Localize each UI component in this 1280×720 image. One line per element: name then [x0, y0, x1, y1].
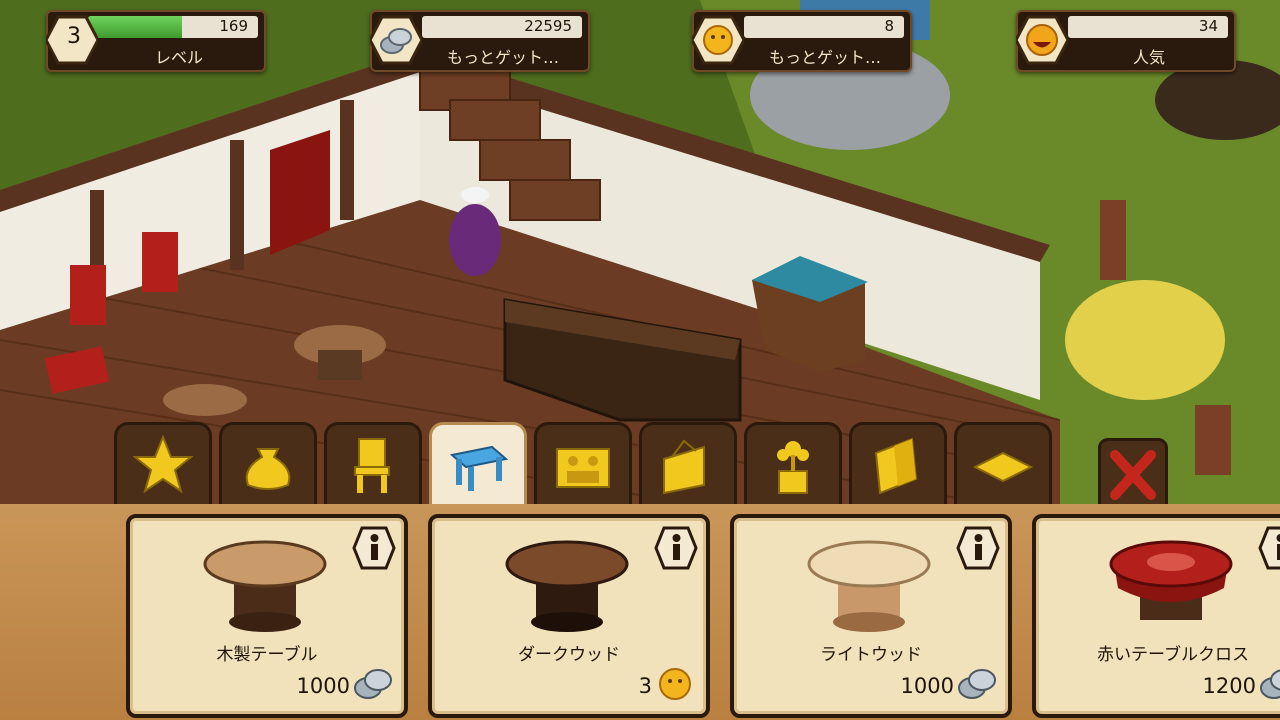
popularity-label: 人気 — [1132, 48, 1165, 67]
gold-amount: 8 — [884, 17, 894, 35]
light-wood-table-image — [807, 540, 931, 632]
item-card-dark-wood[interactable]: ダークウッド 3 — [428, 514, 710, 718]
item-name: ダークウッド — [518, 645, 620, 665]
tab-tables[interactable] — [429, 422, 527, 507]
tab-featured[interactable] — [114, 422, 212, 507]
info-icon[interactable] — [956, 526, 1000, 570]
tab-flooring[interactable] — [954, 422, 1052, 507]
item-panel: 木製テーブル 1000 ダークウッド 3 ライトウッド 1000 赤いテーブルク… — [0, 504, 1280, 720]
chair-icon — [354, 438, 390, 493]
item-card-light-wood[interactable]: ライトウッド 1000 — [730, 514, 1012, 718]
wallpaper-icon — [874, 437, 918, 495]
gold-get-more-label[interactable]: もっとゲット… — [750, 44, 900, 68]
star-icon — [133, 435, 193, 494]
stove-icon — [556, 448, 610, 488]
tab-plants[interactable] — [744, 422, 842, 507]
xp-bar-fill — [88, 16, 182, 38]
smiley-face-icon — [1016, 15, 1068, 65]
item-price: 1000 — [296, 674, 350, 698]
plant-icon — [777, 441, 809, 494]
item-price: 1200 — [1202, 674, 1256, 698]
item-name: 木製テーブル — [216, 645, 318, 665]
money-bag-icon — [245, 448, 291, 490]
close-x-icon — [1110, 450, 1156, 500]
gold-coin-icon — [659, 668, 691, 700]
info-icon[interactable] — [1258, 526, 1280, 570]
gold-coin-icon — [692, 15, 744, 65]
red-tablecloth-table-image — [1109, 540, 1233, 620]
silver-coin-icon — [354, 669, 392, 699]
level-label: レベル — [154, 48, 203, 67]
wooden-table-image — [203, 540, 327, 632]
item-name: 赤いテーブルクロス — [1097, 645, 1249, 665]
item-price: 1000 — [900, 674, 954, 698]
dark-wood-table-image — [505, 540, 629, 632]
silver-coin-icon — [370, 15, 422, 65]
close-shop-button[interactable] — [1098, 438, 1168, 510]
level-number: 3 — [67, 24, 81, 49]
tab-money[interactable] — [219, 422, 317, 507]
silver-amount: 22595 — [524, 17, 572, 35]
popularity-hud[interactable]: 34 人気 — [1016, 10, 1236, 72]
tab-stoves[interactable] — [534, 422, 632, 507]
popularity-amount: 34 — [1198, 17, 1218, 35]
tab-chairs[interactable] — [324, 422, 422, 507]
table-icon — [449, 445, 508, 491]
info-icon[interactable] — [654, 526, 698, 570]
item-price: 3 — [638, 674, 652, 698]
tab-wall-decor[interactable] — [639, 422, 737, 507]
silver-hud[interactable]: 22595 もっとゲット… — [370, 10, 590, 72]
tab-wallpaper[interactable] — [849, 422, 947, 507]
xp-value: 169 — [219, 17, 248, 35]
silver-coin-icon — [1260, 669, 1280, 699]
gold-hud[interactable]: 8 もっとゲット… — [692, 10, 912, 72]
silver-get-more-label[interactable]: もっとゲット… — [428, 44, 578, 68]
silver-coin-icon — [958, 669, 996, 699]
floor-tile-icon — [973, 451, 1033, 483]
item-name: ライトウッド — [820, 645, 922, 665]
item-card-wooden-table[interactable]: 木製テーブル 1000 — [126, 514, 408, 718]
item-card-red-tablecloth[interactable]: 赤いテーブルクロス 1200 — [1032, 514, 1280, 718]
gold-value-bar — [744, 16, 904, 38]
wall-decor-icon — [663, 439, 705, 495]
level-hud[interactable]: 169 レベル 3 — [46, 10, 266, 72]
info-icon[interactable] — [352, 526, 396, 570]
